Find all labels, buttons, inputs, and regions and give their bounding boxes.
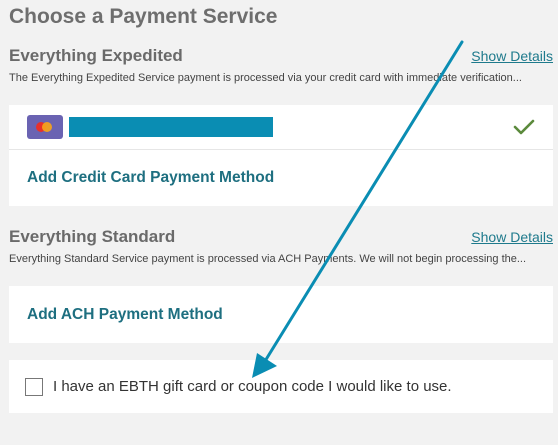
coupon-checkbox[interactable]: [25, 377, 43, 396]
add-credit-card-button[interactable]: Add Credit Card Payment Method: [27, 169, 274, 187]
expedited-show-details-link[interactable]: Show Details: [471, 48, 553, 64]
coupon-card: I have an EBTH gift card or coupon code …: [9, 360, 553, 413]
coupon-row[interactable]: I have an EBTH gift card or coupon code …: [9, 360, 553, 413]
mastercard-icon: [27, 115, 63, 139]
saved-credit-card-row[interactable]: [9, 105, 553, 149]
page-title: Choose a Payment Service: [9, 5, 278, 28]
expedited-title: Everything Expedited: [9, 46, 183, 65]
standard-section-header: Everything Standard Show Details: [9, 226, 553, 248]
add-ach-button[interactable]: Add ACH Payment Method: [27, 306, 223, 324]
expedited-section-header: Everything Expedited Show Details: [9, 45, 553, 67]
payment-service-page: Choose a Payment Service Everything Expe…: [0, 0, 558, 445]
standard-description: Everything Standard Service payment is p…: [9, 253, 527, 265]
expedited-description: The Everything Expedited Service payment…: [9, 72, 522, 84]
redacted-card-number: [69, 117, 273, 137]
expedited-payment-card: Add Credit Card Payment Method: [9, 105, 553, 206]
standard-payment-card: Add ACH Payment Method: [9, 286, 553, 343]
coupon-label[interactable]: I have an EBTH gift card or coupon code …: [53, 378, 452, 395]
standard-title: Everything Standard: [9, 227, 176, 246]
standard-show-details-link[interactable]: Show Details: [471, 229, 553, 245]
add-ach-row: Add ACH Payment Method: [9, 286, 553, 343]
add-credit-card-row: Add Credit Card Payment Method: [9, 149, 553, 206]
checkmark-icon: [513, 119, 535, 135]
